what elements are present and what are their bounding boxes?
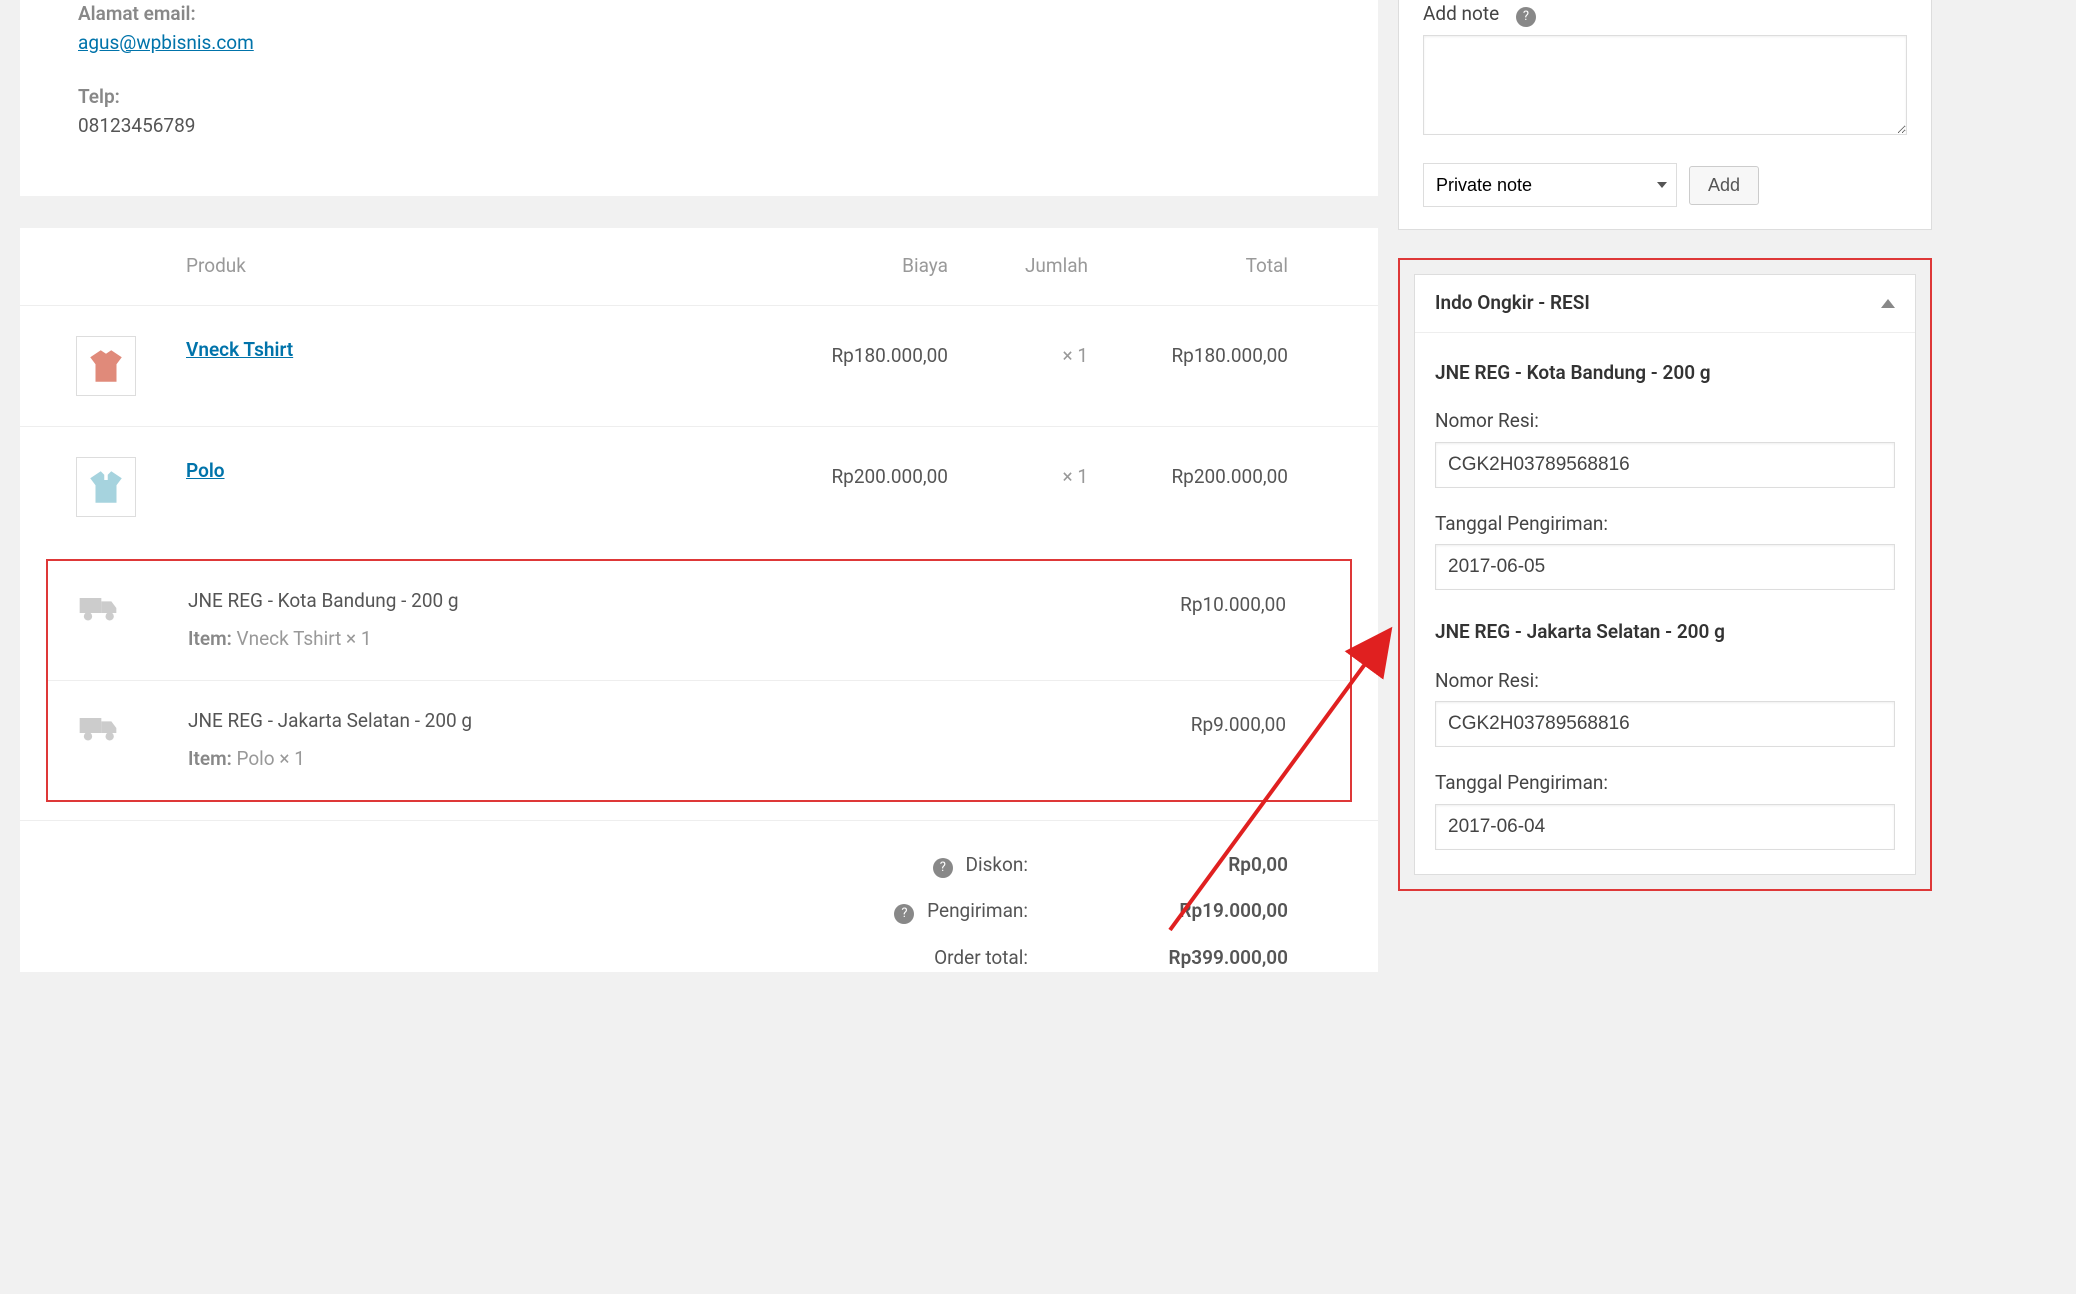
resi-panel-title: Indo Ongkir - RESI	[1435, 289, 1590, 318]
col-header-produk: Produk	[186, 252, 758, 281]
resi-date-label: Tanggal Pengiriman:	[1435, 769, 1895, 798]
shipping-item: Item: Polo × 1	[188, 745, 1086, 774]
shipping-item: Item: Vneck Tshirt × 1	[188, 625, 1086, 654]
note-type-select[interactable]: Private note	[1423, 163, 1677, 207]
resi-highlight-box: Indo Ongkir - RESI JNE REG - Kota Bandun…	[1398, 258, 1932, 891]
totals-order-total-value: Rp399.000,00	[1088, 944, 1288, 973]
email-label: Alamat email:	[78, 0, 1320, 29]
add-note-label: Add note ?	[1423, 0, 1907, 29]
product-thumbnail[interactable]	[76, 457, 136, 517]
product-qty: × 1	[948, 336, 1088, 371]
shipping-row: JNE REG - Kota Bandung - 200 g Item: Vne…	[48, 561, 1350, 680]
resi-section-title: JNE REG - Kota Bandung - 200 g	[1435, 359, 1895, 388]
resi-nomor-label: Nomor Resi:	[1435, 667, 1895, 696]
panel-toggle-icon[interactable]	[1881, 299, 1895, 308]
col-header-jumlah: Jumlah	[948, 252, 1088, 281]
add-note-button[interactable]: Add	[1689, 166, 1759, 205]
order-items-header: Produk Biaya Jumlah Total	[20, 228, 1378, 305]
shipping-item-value: Polo × 1	[236, 747, 304, 770]
note-textarea[interactable]	[1423, 35, 1907, 135]
order-item-row: Vneck Tshirt Rp180.000,00 × 1 Rp180.000,…	[20, 305, 1378, 426]
shipping-title: JNE REG - Jakarta Selatan - 200 g	[188, 707, 1086, 736]
totals-diskon-value: Rp0,00	[1088, 851, 1288, 880]
contact-panel: Alamat email: agus@wpbisnis.com Telp: 08…	[20, 0, 1378, 196]
shipping-item-value: Vneck Tshirt × 1	[236, 627, 371, 650]
totals-diskon-label: Diskon:	[966, 853, 1028, 876]
totals-order-total-label: Order total:	[934, 946, 1028, 969]
product-cost: Rp200.000,00	[758, 457, 948, 492]
shipping-cost: Rp10.000,00	[1086, 587, 1286, 620]
order-totals: ? Diskon: Rp0,00 ? Pengiriman: Rp19.000,…	[20, 820, 1378, 973]
email-link[interactable]: agus@wpbisnis.com	[78, 31, 254, 54]
col-header-total: Total	[1088, 252, 1288, 281]
resi-panel: Indo Ongkir - RESI JNE REG - Kota Bandun…	[1414, 274, 1916, 875]
shipping-item-label: Item:	[188, 747, 232, 770]
resi-date-input[interactable]	[1435, 544, 1895, 590]
truck-icon	[78, 713, 118, 743]
resi-panel-header[interactable]: Indo Ongkir - RESI	[1415, 275, 1915, 333]
totals-pengiriman-label: Pengiriman:	[927, 899, 1028, 922]
resi-nomor-label: Nomor Resi:	[1435, 407, 1895, 436]
add-note-panel: Add note ? Private note Add	[1398, 0, 1932, 230]
totals-pengiriman-value: Rp19.000,00	[1088, 897, 1288, 926]
truck-icon	[78, 593, 118, 623]
product-name-link[interactable]: Polo	[186, 459, 225, 482]
product-total: Rp180.000,00	[1088, 336, 1288, 371]
polo-icon	[85, 466, 127, 508]
resi-date-label: Tanggal Pengiriman:	[1435, 510, 1895, 539]
shipping-row: JNE REG - Jakarta Selatan - 200 g Item: …	[48, 680, 1350, 800]
product-qty: × 1	[948, 457, 1088, 492]
phone-value: 08123456789	[78, 112, 1320, 141]
product-total: Rp200.000,00	[1088, 457, 1288, 492]
shipping-title: JNE REG - Kota Bandung - 200 g	[188, 587, 1086, 616]
phone-label: Telp:	[78, 83, 1320, 112]
resi-nomor-input[interactable]	[1435, 701, 1895, 747]
shipping-item-label: Item:	[188, 627, 232, 650]
order-item-row: Polo Rp200.000,00 × 1 Rp200.000,00	[20, 426, 1378, 547]
resi-section-title: JNE REG - Jakarta Selatan - 200 g	[1435, 618, 1895, 647]
help-icon[interactable]: ?	[933, 858, 953, 878]
shipping-highlight-box: JNE REG - Kota Bandung - 200 g Item: Vne…	[46, 559, 1352, 802]
order-items-table: Produk Biaya Jumlah Total Vneck Tshirt R…	[20, 228, 1378, 972]
help-icon[interactable]: ?	[1516, 7, 1536, 27]
help-icon[interactable]: ?	[894, 904, 914, 924]
resi-date-input[interactable]	[1435, 804, 1895, 850]
col-header-biaya: Biaya	[758, 252, 948, 281]
product-cost: Rp180.000,00	[758, 336, 948, 371]
shipping-cost: Rp9.000,00	[1086, 707, 1286, 740]
resi-nomor-input[interactable]	[1435, 442, 1895, 488]
product-name-link[interactable]: Vneck Tshirt	[186, 338, 293, 361]
tshirt-icon	[85, 345, 127, 387]
product-thumbnail[interactable]	[76, 336, 136, 396]
